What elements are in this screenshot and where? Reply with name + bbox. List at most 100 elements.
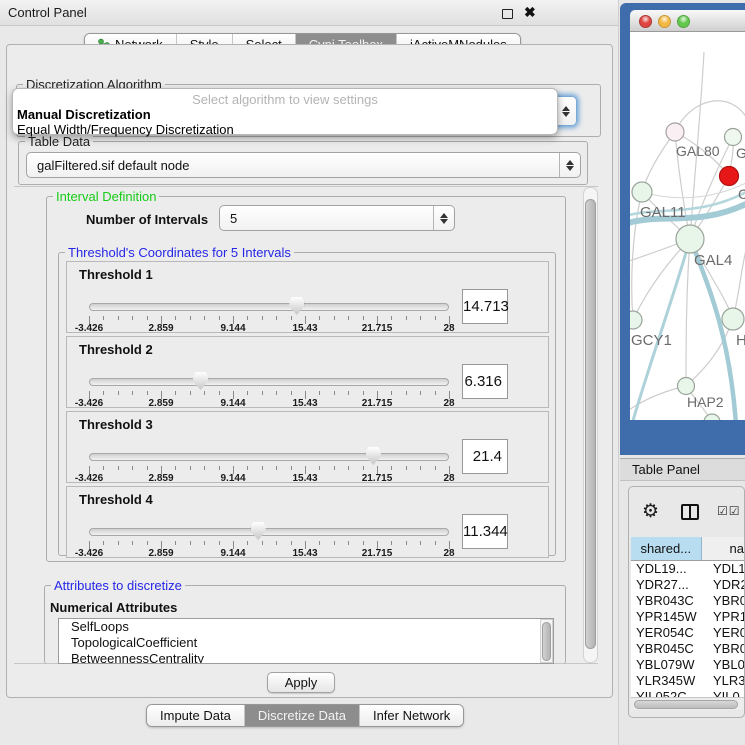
slider-tick bbox=[118, 316, 119, 320]
slider-track[interactable] bbox=[89, 528, 449, 536]
list-scrollbar[interactable] bbox=[540, 619, 553, 663]
slider-tick bbox=[435, 541, 436, 545]
combo-stepper-icon[interactable] bbox=[433, 206, 454, 230]
slider-tick bbox=[132, 541, 133, 545]
network-node[interactable] bbox=[704, 414, 720, 420]
network-node[interactable] bbox=[676, 225, 704, 253]
shared-name-cell[interactable]: YDR27... bbox=[631, 577, 708, 593]
threshold-value-field[interactable]: 11.344 bbox=[462, 514, 508, 549]
network-node[interactable] bbox=[632, 182, 652, 202]
name-cell[interactable]: YBR0 bbox=[708, 593, 744, 609]
network-node[interactable] bbox=[630, 311, 642, 329]
threshold-value-field[interactable]: 21.4 bbox=[462, 439, 508, 474]
numerical-attributes-list[interactable]: SelfLoopsTopologicalCoefficientBetweenne… bbox=[58, 618, 554, 664]
apply-button[interactable]: Apply bbox=[267, 672, 335, 693]
network-canvas[interactable]: GAL80GACGAL11GAL4GCY1HHAP2 bbox=[630, 32, 745, 420]
close-icon[interactable]: ✖ bbox=[524, 4, 536, 21]
shared-name-cell[interactable]: YBL079W bbox=[631, 657, 708, 673]
network-node-label: GAL11 bbox=[640, 204, 686, 221]
slider-tick bbox=[435, 316, 436, 320]
threshold-value-field[interactable]: 6.316 bbox=[462, 364, 508, 399]
horizontal-scrollbar[interactable] bbox=[631, 697, 744, 710]
horizontal-scrollbar-thumb[interactable] bbox=[634, 700, 738, 709]
threshold-value-field[interactable]: 14.713 bbox=[462, 289, 508, 324]
number-of-intervals-combobox[interactable]: 5 bbox=[219, 205, 455, 231]
slider-track[interactable] bbox=[89, 378, 449, 386]
columns-icon[interactable] bbox=[681, 504, 699, 520]
table-row[interactable]: YBL079WYBL0 bbox=[631, 657, 744, 673]
name-cell[interactable]: YER0 bbox=[708, 625, 744, 641]
shared-name-cell[interactable]: YBR045C bbox=[631, 641, 708, 657]
name-cell[interactable]: YBL0 bbox=[708, 657, 744, 673]
attribute-list-item[interactable]: BetweennessCentrality bbox=[59, 651, 553, 664]
slider-tick bbox=[406, 466, 407, 470]
table-row[interactable]: YDR27...YDR2 bbox=[631, 577, 744, 593]
network-node[interactable] bbox=[725, 129, 742, 146]
algorithm-option[interactable]: Manual Discretization bbox=[13, 107, 557, 122]
vertical-scrollbar-thumb[interactable] bbox=[585, 199, 596, 649]
slider-track[interactable] bbox=[89, 453, 449, 461]
gear-icon[interactable]: ⚙ bbox=[642, 500, 659, 523]
name-cell[interactable]: YDL1 bbox=[708, 561, 744, 577]
slider-thumb[interactable] bbox=[289, 297, 304, 315]
close-light[interactable] bbox=[639, 15, 652, 28]
network-edge[interactable] bbox=[633, 239, 690, 320]
network-node[interactable] bbox=[720, 167, 739, 186]
network-node-label: GA bbox=[736, 145, 745, 161]
slider-tick bbox=[103, 391, 104, 395]
table-row[interactable]: YDL19...YDL1 bbox=[631, 561, 744, 577]
name-cell[interactable]: YIL0 bbox=[708, 689, 744, 697]
tab-discretize-data[interactable]: Discretize Data bbox=[245, 705, 360, 726]
slider-thumb[interactable] bbox=[366, 447, 381, 465]
slider-tick bbox=[204, 316, 205, 320]
tab-infer-network[interactable]: Infer Network bbox=[360, 705, 463, 726]
combo-stepper-icon[interactable] bbox=[559, 153, 580, 177]
table-row[interactable]: YBR043CYBR0 bbox=[631, 593, 744, 609]
table-row[interactable]: YER054CYER0 bbox=[631, 625, 744, 641]
shared-name-cell[interactable]: YBR043C bbox=[631, 593, 708, 609]
slider-track[interactable] bbox=[89, 303, 449, 311]
column-header-shared-name[interactable]: shared... bbox=[631, 537, 702, 560]
float-window-icon[interactable] bbox=[502, 9, 513, 19]
attribute-list-item[interactable]: SelfLoops bbox=[59, 619, 553, 635]
minimize-light[interactable] bbox=[658, 15, 671, 28]
shared-name-cell[interactable]: YLR345W bbox=[631, 673, 708, 689]
name-cell[interactable]: YBR0 bbox=[708, 641, 744, 657]
combo-stepper-icon[interactable] bbox=[555, 97, 576, 125]
table-row[interactable]: YPR145WYPR1 bbox=[631, 609, 744, 625]
network-node[interactable] bbox=[666, 123, 684, 141]
table-row[interactable]: YIL052CYIL0 bbox=[631, 689, 744, 697]
network-node-label: H bbox=[736, 332, 745, 349]
list-scrollbar-thumb[interactable] bbox=[542, 622, 551, 661]
table-data-combobox[interactable]: galFiltered.sif default node bbox=[26, 152, 581, 178]
column-header-name[interactable]: na bbox=[702, 537, 744, 560]
network-edge[interactable] bbox=[675, 101, 745, 132]
table-row[interactable]: YLR345WYLR3 bbox=[631, 673, 744, 689]
shared-name-cell[interactable]: YIL052C bbox=[631, 689, 708, 697]
checkboxes-icon[interactable]: ☑☑ bbox=[717, 504, 741, 518]
shared-name-cell[interactable]: YDL19... bbox=[631, 561, 708, 577]
tab-impute-data[interactable]: Impute Data bbox=[147, 705, 245, 726]
vertical-scrollbar[interactable] bbox=[583, 187, 598, 663]
slider-thumb[interactable] bbox=[193, 372, 208, 390]
slider-tick bbox=[118, 391, 119, 395]
slider-thumb[interactable] bbox=[251, 522, 266, 540]
algorithm-option[interactable]: Equal Width/Frequency Discretization bbox=[13, 122, 557, 137]
network-node[interactable] bbox=[722, 308, 744, 330]
slider-tick-label: 28 bbox=[443, 473, 454, 484]
name-cell[interactable]: YDR2 bbox=[708, 577, 744, 593]
attribute-list-item[interactable]: TopologicalCoefficient bbox=[59, 635, 553, 651]
slider-tick bbox=[391, 316, 392, 320]
network-edge[interactable] bbox=[686, 239, 690, 386]
name-cell[interactable]: YLR3 bbox=[708, 673, 744, 689]
network-node[interactable] bbox=[678, 378, 695, 395]
network-window-titlebar bbox=[630, 10, 745, 32]
network-edge[interactable] bbox=[733, 242, 745, 319]
name-cell[interactable]: YPR1 bbox=[708, 609, 744, 625]
shared-name-cell[interactable]: YER054C bbox=[631, 625, 708, 641]
table-row[interactable]: YBR045CYBR0 bbox=[631, 641, 744, 657]
slider-tick-label: 15.43 bbox=[292, 398, 317, 409]
shared-name-cell[interactable]: YPR145W bbox=[631, 609, 708, 625]
slider-tick-label: 2.859 bbox=[148, 548, 173, 559]
zoom-light[interactable] bbox=[677, 15, 690, 28]
